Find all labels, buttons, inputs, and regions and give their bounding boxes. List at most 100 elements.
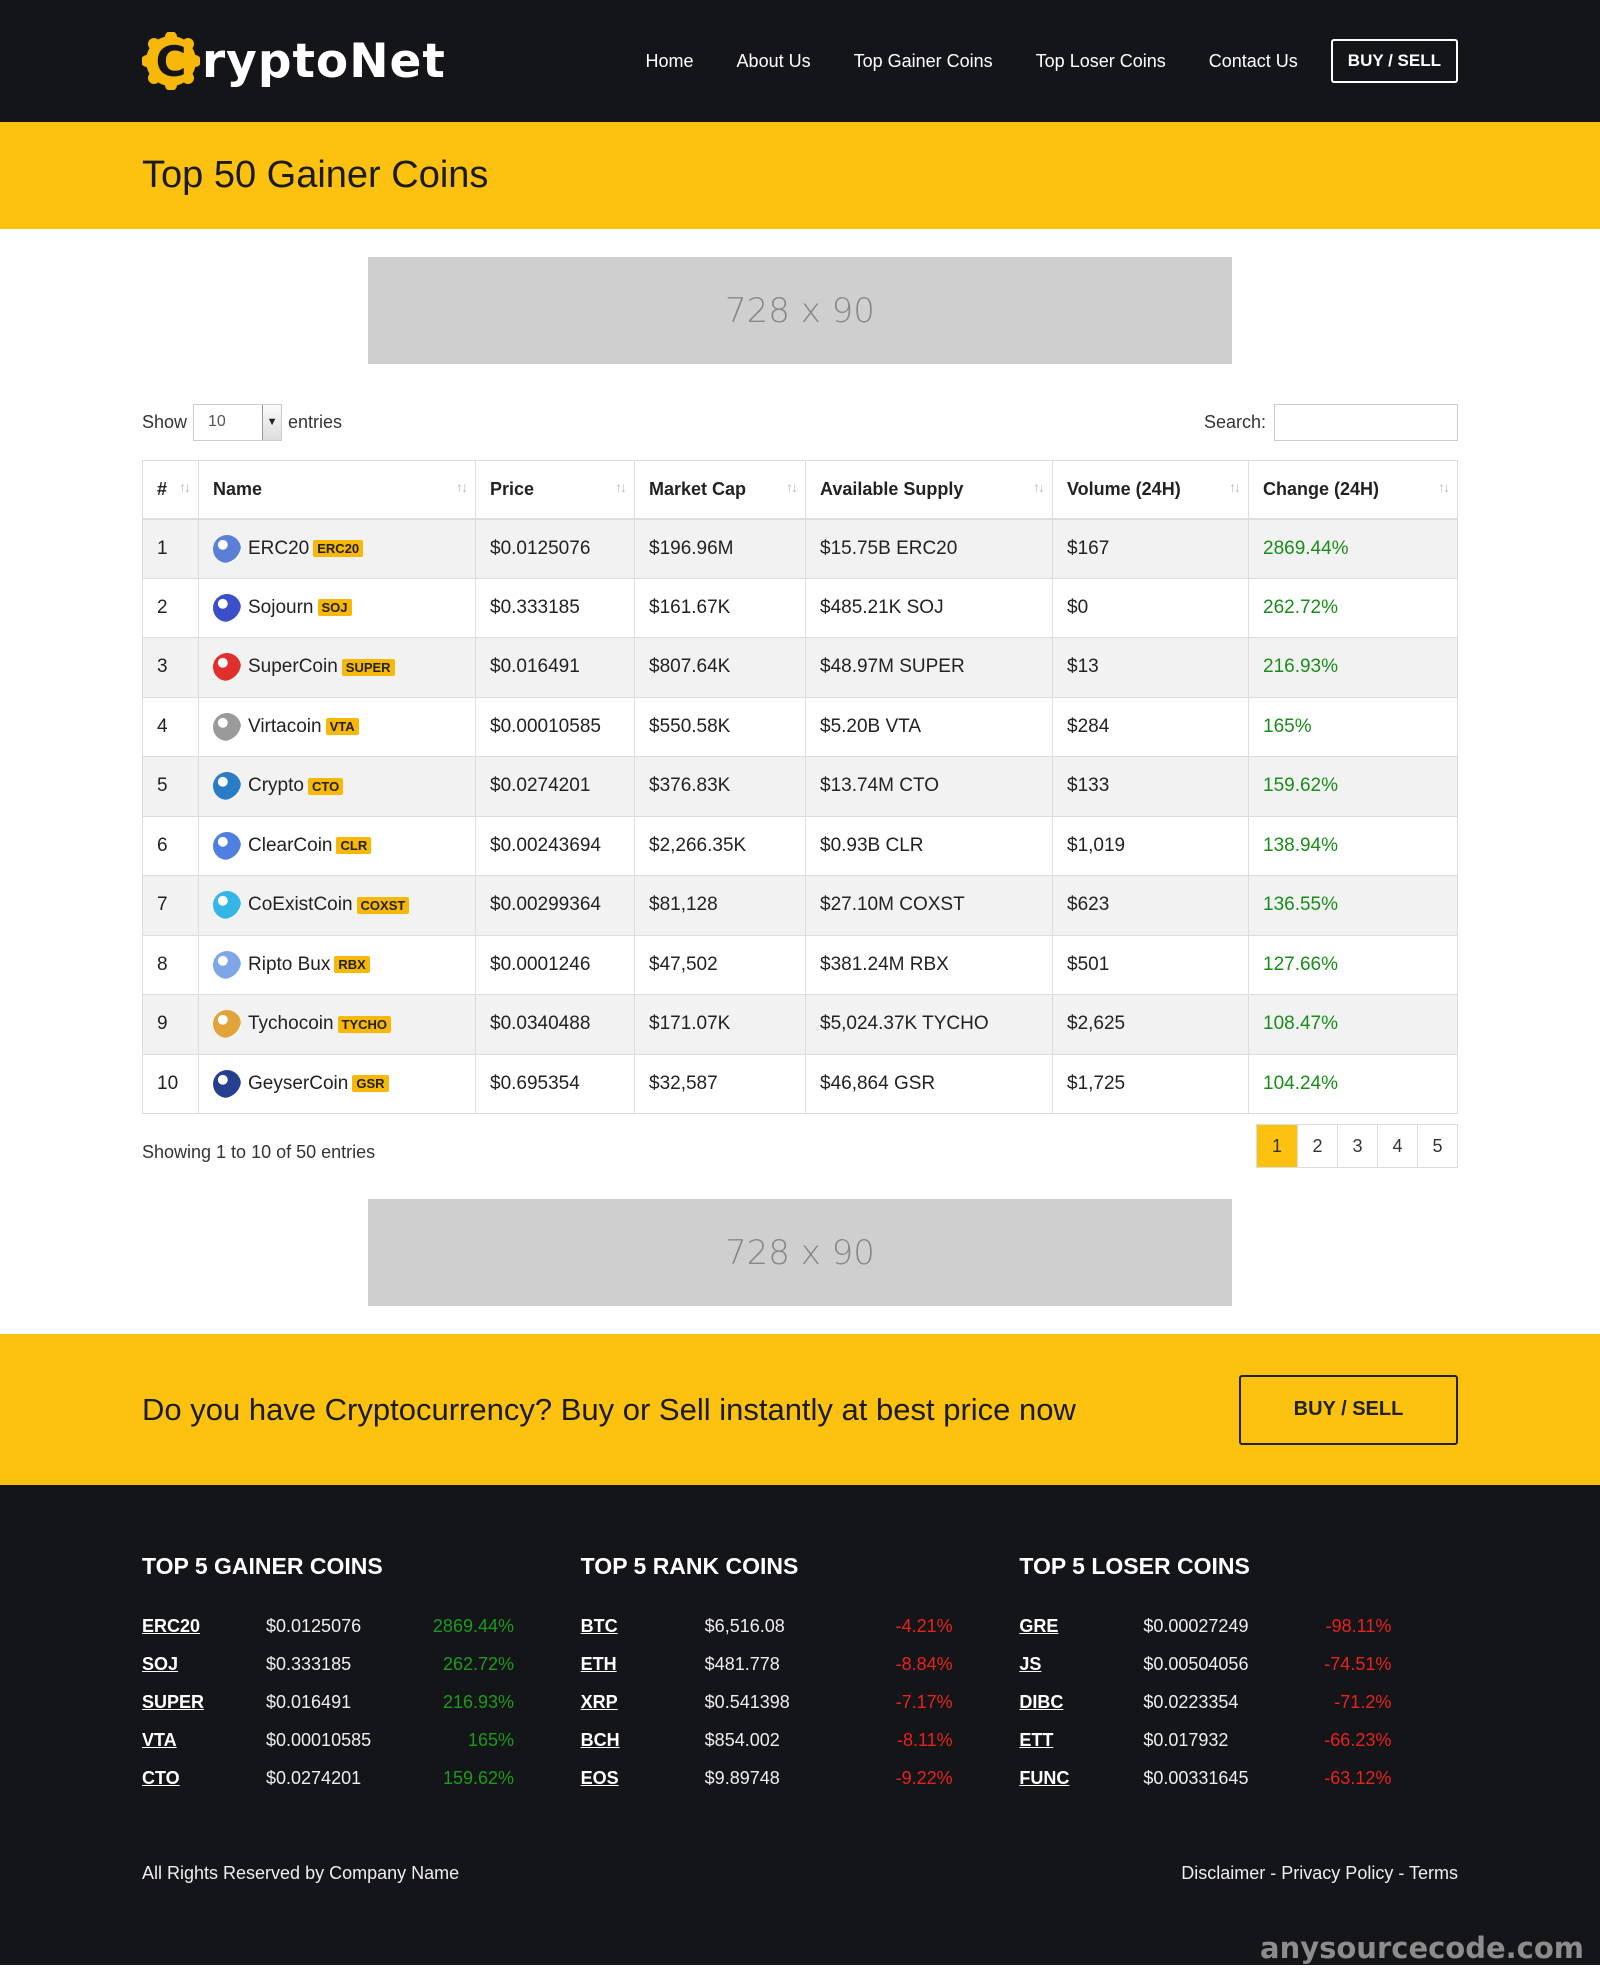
cell-volume: $1,725 — [1052, 1053, 1249, 1114]
cta-section: Do you have Cryptocurrency? Buy or Sell … — [0, 1334, 1600, 1485]
site-logo[interactable]: C ryptoNet — [142, 26, 446, 96]
privacy-policy-link[interactable]: Privacy Policy — [1281, 1863, 1393, 1883]
footer-coin-symbol-link[interactable]: DIBC — [1019, 1692, 1143, 1713]
footer-coin-price: $0.00027249 — [1143, 1615, 1249, 1636]
table-row[interactable]: 4 Virtacoin VTA $0.00010585 $550.58K $5.20B V… — [142, 696, 1458, 757]
cell-volume: $2,625 — [1052, 994, 1249, 1055]
nav-about-us[interactable]: About Us — [737, 51, 811, 72]
table-row[interactable]: 6 ClearCoin CLR $0.00243694 $2,266.35K $0.93B… — [142, 815, 1458, 876]
cta-buy-sell-button[interactable]: BUY / SELL — [1239, 1374, 1458, 1445]
coin-link[interactable]: ERC20 ERC20 — [213, 534, 461, 563]
entries-select[interactable]: 10 ▼ — [193, 403, 283, 441]
disclaimer-link[interactable]: Disclaimer — [1181, 1863, 1265, 1883]
header-buy-sell-button[interactable]: BUY / SELL — [1330, 39, 1458, 83]
page-2-button[interactable]: 2 — [1297, 1125, 1337, 1167]
cell-market-cap: $161.67K — [634, 577, 806, 638]
coin-link[interactable]: CoExistCoin COXST — [213, 891, 461, 920]
coins-table: # ↑↓ Name ↑↓ Price ↑↓ Market Cap ↑↓ Availabl… — [142, 460, 1458, 1114]
cell-name: Ripto Bux RBX — [198, 934, 476, 995]
cell-price: $0.333185 — [475, 577, 635, 638]
table-row[interactable]: 9 Tychocoin TYCHO $0.0340488 $171.07K $5,024.… — [142, 994, 1458, 1055]
coin-link[interactable]: Ripto Bux RBX — [213, 950, 461, 979]
coin-link[interactable]: Crypto CTO — [213, 772, 461, 801]
footer-coin-row: ETH $481.778 -8.84% — [581, 1645, 1020, 1683]
cell-market-cap: $807.64K — [634, 637, 806, 698]
link-separator: - — [1265, 1863, 1282, 1883]
col-header-price[interactable]: Price ↑↓ — [475, 460, 635, 520]
col-header-name[interactable]: Name ↑↓ — [198, 460, 476, 520]
coin-link[interactable]: Tychocoin TYCHO — [213, 1010, 461, 1039]
cell-rank: 9 — [142, 994, 199, 1055]
terms-link[interactable]: Terms — [1409, 1863, 1458, 1883]
footer-coin-symbol-link[interactable]: ETT — [1019, 1730, 1143, 1751]
cell-supply: $27.10M COXST — [805, 875, 1053, 936]
page-3-button[interactable]: 3 — [1337, 1125, 1377, 1167]
table-info: Showing 1 to 10 of 50 entries — [142, 1142, 376, 1162]
footer-coin-symbol-link[interactable]: ETH — [581, 1654, 705, 1675]
table-row[interactable]: 10 GeyserCoin GSR $0.695354 $32,587 $46,864 G… — [142, 1053, 1458, 1114]
table-row[interactable]: 8 Ripto Bux RBX $0.0001246 $47,502 $381.24M R… — [142, 934, 1458, 995]
footer-coin-symbol-link[interactable]: GRE — [1019, 1616, 1143, 1637]
coin-logo-icon — [213, 534, 241, 563]
cell-supply: $485.21K SOJ — [805, 577, 1053, 638]
cell-change: 2869.44% — [1248, 518, 1458, 579]
footer-coin-symbol-link[interactable]: EOS — [581, 1768, 705, 1789]
nav-top-gainer-coins[interactable]: Top Gainer Coins — [854, 51, 993, 72]
cell-volume: $1,019 — [1052, 815, 1249, 876]
footer-coin-price: $9.89748 — [704, 1767, 780, 1788]
footer-coin-row: XRP $0.541398 -7.17% — [581, 1683, 1020, 1721]
footer-coin-symbol-link[interactable]: VTA — [142, 1730, 266, 1751]
coin-symbol-badge: COXST — [356, 896, 410, 914]
ad-banner-top[interactable]: 728 x 90 — [368, 257, 1232, 364]
table-row[interactable]: 2 Sojourn SOJ $0.333185 $161.67K $485.21K SOJ… — [142, 577, 1458, 638]
coin-symbol-badge: GSR — [352, 1075, 389, 1093]
table-row[interactable]: 7 CoExistCoin COXST $0.00299364 $81,128 $27.1… — [142, 875, 1458, 936]
table-row[interactable]: 1 ERC20 ERC20 $0.0125076 $196.96M $15.75B ERC… — [142, 518, 1458, 579]
coin-name: Tychocoin — [248, 1013, 334, 1035]
nav-contact-us[interactable]: Contact Us — [1209, 51, 1298, 72]
col-header-rank[interactable]: # ↑↓ — [142, 460, 199, 520]
footer-coin-change: 216.93% — [442, 1691, 514, 1712]
footer-coin-symbol-link[interactable]: SUPER — [142, 1692, 266, 1713]
footer-coin-price: $0.017932 — [1143, 1729, 1229, 1750]
coin-link[interactable]: GeyserCoin GSR — [213, 1069, 461, 1098]
cell-price: $0.0001246 — [475, 934, 635, 995]
brand-name: ryptoNet — [202, 33, 446, 89]
cell-name: Sojourn SOJ — [198, 577, 476, 638]
cell-supply: $13.74M CTO — [805, 756, 1053, 817]
footer-coin-price: $0.00331645 — [1143, 1767, 1249, 1788]
nav-home[interactable]: Home — [646, 51, 694, 72]
coin-link[interactable]: Sojourn SOJ — [213, 593, 461, 622]
page-5-button[interactable]: 5 — [1417, 1125, 1457, 1167]
footer-coin-symbol-link[interactable]: BCH — [581, 1730, 705, 1751]
footer-losers-title: TOP 5 LOSER COINS — [1019, 1553, 1250, 1579]
table-section: Show 10 ▼ entries Search: # ↑↓ Name ↑↓ Pri… — [142, 402, 1458, 1168]
cell-change: 216.93% — [1248, 637, 1458, 698]
cell-price: $0.00010585 — [475, 696, 635, 757]
col-header-volume[interactable]: Volume (24H) ↑↓ — [1052, 460, 1249, 520]
footer-coin-symbol-link[interactable]: ERC20 — [142, 1616, 266, 1637]
footer-coin-symbol-link[interactable]: BTC — [581, 1616, 705, 1637]
col-header-market-cap[interactable]: Market Cap ↑↓ — [634, 460, 806, 520]
table-row[interactable]: 5 Crypto CTO $0.0274201 $376.83K $13.74M CTO $… — [142, 756, 1458, 817]
search-input[interactable] — [1274, 403, 1458, 441]
footer-coin-symbol-link[interactable]: CTO — [142, 1768, 266, 1789]
coin-link[interactable]: SuperCoin SUPER — [213, 653, 461, 682]
page-4-button[interactable]: 4 — [1377, 1125, 1417, 1167]
col-header-available-supply[interactable]: Available Supply ↑↓ — [805, 460, 1053, 520]
table-row[interactable]: 3 SuperCoin SUPER $0.016491 $807.64K $48.97M … — [142, 637, 1458, 698]
ad-banner-bottom[interactable]: 728 x 90 — [368, 1199, 1232, 1306]
col-header-label: Name — [213, 478, 263, 499]
footer-coin-symbol-link[interactable]: XRP — [581, 1692, 705, 1713]
page-1-button[interactable]: 1 — [1257, 1125, 1297, 1167]
footer-coin-symbol-link[interactable]: JS — [1019, 1654, 1143, 1675]
coin-link[interactable]: ClearCoin CLR — [213, 831, 461, 860]
cell-volume: $623 — [1052, 875, 1249, 936]
cell-change: 262.72% — [1248, 577, 1458, 638]
footer-columns: TOP 5 GAINER COINS ERC20 $0.0125076 2869.4… — [142, 1485, 1458, 1797]
coin-link[interactable]: Virtacoin VTA — [213, 712, 461, 741]
footer-coin-symbol-link[interactable]: SOJ — [142, 1654, 266, 1675]
col-header-change[interactable]: Change (24H) ↑↓ — [1248, 460, 1458, 520]
footer-coin-symbol-link[interactable]: FUNC — [1019, 1768, 1143, 1789]
nav-top-loser-coins[interactable]: Top Loser Coins — [1036, 51, 1166, 72]
